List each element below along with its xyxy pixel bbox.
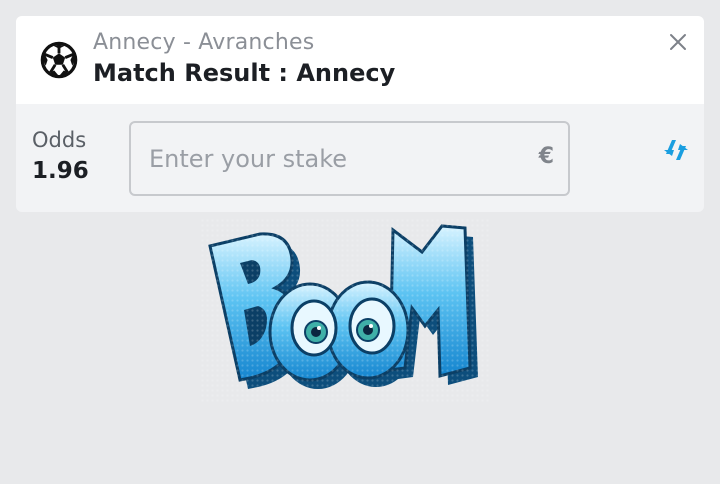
odds-value: 1.96 xyxy=(32,158,89,184)
odds-label: Odds xyxy=(32,128,87,152)
bet-slip-body: Odds 1.96 € xyxy=(16,104,704,212)
stake-field[interactable]: € xyxy=(129,121,570,196)
currency-symbol: € xyxy=(538,144,554,169)
close-icon[interactable] xyxy=(666,30,690,54)
bet-slip-card: Annecy - Avranches Match Result : Annecy… xyxy=(16,16,704,212)
swap-icon[interactable] xyxy=(662,136,690,164)
market-selection: Match Result : Annecy xyxy=(93,59,396,87)
event-name: Annecy - Avranches xyxy=(93,30,315,55)
boom-sticker xyxy=(200,218,490,404)
bet-slip-header: Annecy - Avranches Match Result : Annecy xyxy=(16,16,704,104)
stake-input[interactable] xyxy=(149,123,519,194)
soccer-ball-icon xyxy=(40,41,78,79)
